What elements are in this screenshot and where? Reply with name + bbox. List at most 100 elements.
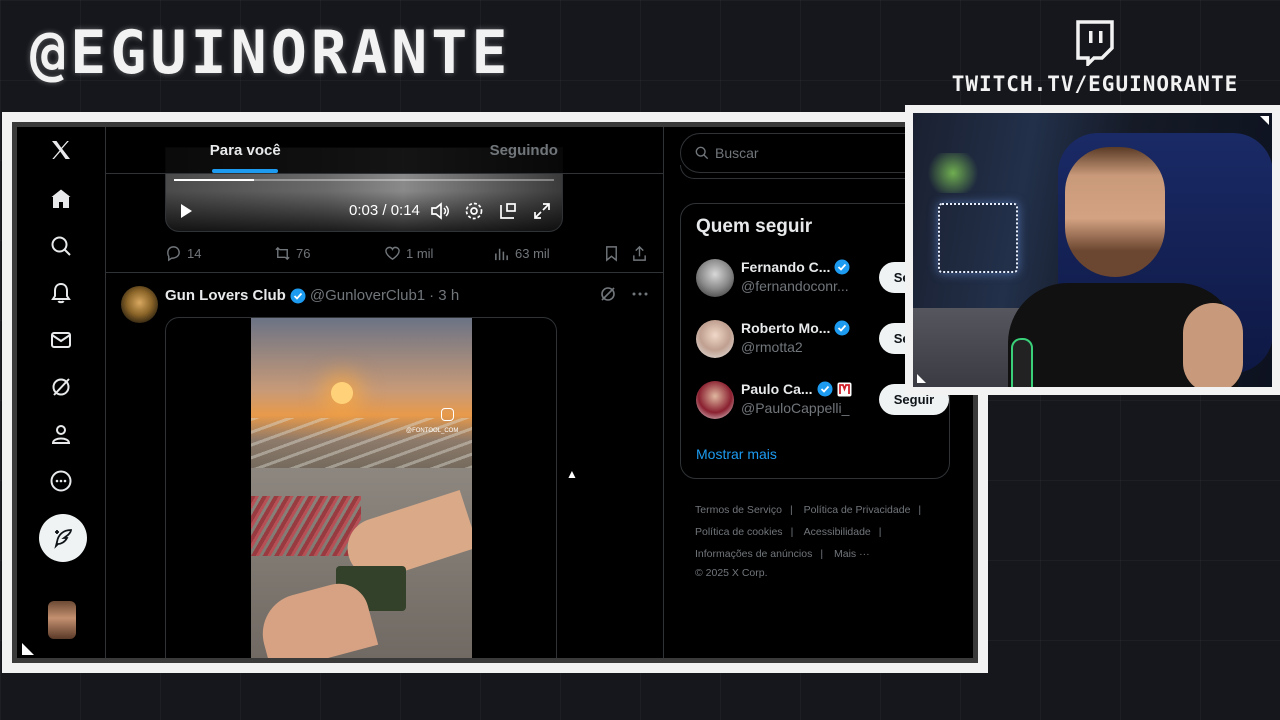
verified-badge-icon [817, 381, 833, 397]
x-logo-icon[interactable] [46, 135, 76, 165]
footer-copyright: © 2025 X Corp. [695, 567, 768, 579]
follow-name[interactable]: Fernando C... [741, 259, 850, 275]
footer-link[interactable]: Política de cookies [695, 526, 783, 538]
like-action[interactable]: 1 mil [384, 245, 433, 262]
webcam-background-light [923, 153, 983, 193]
footer-separator: | [789, 504, 793, 516]
grok-icon[interactable] [46, 372, 76, 402]
compose-post-button[interactable] [39, 514, 87, 562]
search-placeholder: Buscar [715, 145, 759, 161]
repost-action[interactable]: 76 [274, 245, 310, 262]
streamer-handle: @EGUINORANTE [30, 18, 512, 88]
footer-link[interactable]: Termos de Serviço [695, 504, 782, 516]
reply-action[interactable]: 14 [165, 245, 201, 262]
post-divider [106, 272, 663, 273]
verified-badge-icon [834, 320, 850, 336]
post-media[interactable]: @FONTOOL_COM [165, 317, 557, 658]
post-author-handle[interactable]: @GunloverClub1 [310, 287, 425, 304]
twitch-icon [1076, 20, 1114, 66]
footer-link[interactable]: Mais ··· [834, 548, 870, 560]
post-header: Gun Lovers Club @GunloverClub1 · 3 h [165, 287, 459, 304]
follow-name[interactable]: Roberto Mo... [741, 320, 850, 336]
follow-name-text: Roberto Mo... [741, 320, 831, 336]
webcam-string-lights [938, 203, 1018, 273]
webcam-microphone [1011, 338, 1033, 387]
footer-link[interactable]: Acessibilidade [804, 526, 871, 538]
show-more-link[interactable]: Mostrar mais [696, 446, 777, 462]
feather-icon [54, 529, 72, 549]
instagram-icon [441, 408, 454, 421]
fullscreen-icon[interactable] [532, 201, 552, 221]
twitch-url: TWITCH.TV/EGUINORANTE [951, 72, 1239, 96]
share-icon [633, 245, 646, 261]
tab-label: Para você [209, 141, 281, 159]
webcam-streamer-arm [1183, 303, 1243, 387]
tab-seguindo[interactable]: Seguindo [385, 127, 664, 173]
follow-handle: @PauloCappelli_ [741, 400, 850, 416]
frame-corner-mark [22, 643, 34, 655]
grok-icon[interactable] [599, 285, 617, 303]
home-icon[interactable] [46, 184, 76, 214]
video-controls: 0:03 / 0:14 [166, 191, 562, 231]
footer-separator: | [820, 548, 824, 560]
tab-para-voce[interactable]: Para você [106, 127, 385, 173]
video-time: 0:03 / 0:14 [349, 202, 420, 219]
search-icon [695, 146, 709, 160]
search-icon[interactable] [46, 231, 76, 261]
post-time[interactable]: · 3 h [429, 287, 459, 304]
profile-icon[interactable] [46, 419, 76, 449]
post-author-avatar[interactable] [121, 286, 158, 323]
follow-name-text: Paulo Ca... [741, 381, 813, 397]
picture-in-picture-icon[interactable] [498, 201, 518, 221]
timeline: Para você Seguindo 0:03 / 0:14 14 76 1 m… [105, 127, 664, 658]
post-author-name[interactable]: Gun Lovers Club [165, 287, 286, 304]
post-video[interactable]: @FONTOOL_COM [251, 318, 472, 658]
webcam-streamer-head [1065, 147, 1165, 277]
sidebar-footer: Termos de Serviço | Política de Privacida… [695, 499, 945, 581]
follow-handle: @fernandoconr... [741, 278, 849, 294]
cam-corner-mark [917, 374, 926, 383]
footer-separator: | [790, 526, 794, 538]
video-watermark: @FONTOOL_COM [406, 428, 459, 434]
verified-badge-icon [834, 259, 850, 275]
more-options-icon[interactable] [631, 285, 649, 303]
post-actions: 14 76 1 mil 63 mil [165, 245, 655, 265]
more-icon[interactable] [46, 466, 76, 496]
tab-label: Seguindo [489, 141, 558, 159]
webcam-feed [913, 113, 1272, 387]
who-to-follow-title: Quem seguir [696, 216, 813, 237]
video-sun [331, 382, 353, 404]
avatar[interactable] [696, 320, 734, 358]
footer-separator: | [918, 504, 922, 516]
video-fields [251, 418, 472, 473]
footer-link[interactable]: Informações de anúncios [695, 548, 812, 560]
left-navigation [17, 127, 105, 658]
timeline-tabs: Para você Seguindo [106, 127, 663, 174]
views-count: 63 mil [515, 246, 550, 261]
follow-name[interactable]: Paulo Ca... [741, 381, 852, 397]
affiliate-badge-icon [837, 382, 852, 396]
notifications-icon[interactable] [46, 278, 76, 308]
avatar[interactable] [696, 381, 734, 419]
follow-handle: @rmotta2 [741, 339, 803, 355]
post-menu [599, 285, 649, 303]
repost-icon [275, 246, 290, 261]
bookmark-action[interactable] [603, 245, 620, 262]
share-action[interactable] [631, 245, 648, 262]
volume-icon[interactable] [430, 201, 450, 221]
reply-icon [167, 246, 180, 262]
verified-badge-icon [290, 288, 306, 303]
account-avatar[interactable] [48, 601, 76, 639]
settings-gear-icon[interactable] [464, 201, 484, 221]
views-icon [495, 248, 508, 261]
webcam-frame [905, 105, 1280, 395]
screen-capture: Para você Seguindo 0:03 / 0:14 14 76 1 m… [12, 122, 978, 663]
views-action[interactable]: 63 mil [493, 245, 550, 262]
heart-icon [385, 246, 400, 261]
messages-icon[interactable] [46, 325, 76, 355]
footer-link[interactable]: Política de Privacidade [804, 504, 911, 516]
avatar[interactable] [696, 259, 734, 297]
play-icon[interactable] [178, 203, 194, 219]
follow-name-text: Fernando C... [741, 259, 831, 275]
repost-count: 76 [296, 246, 311, 261]
